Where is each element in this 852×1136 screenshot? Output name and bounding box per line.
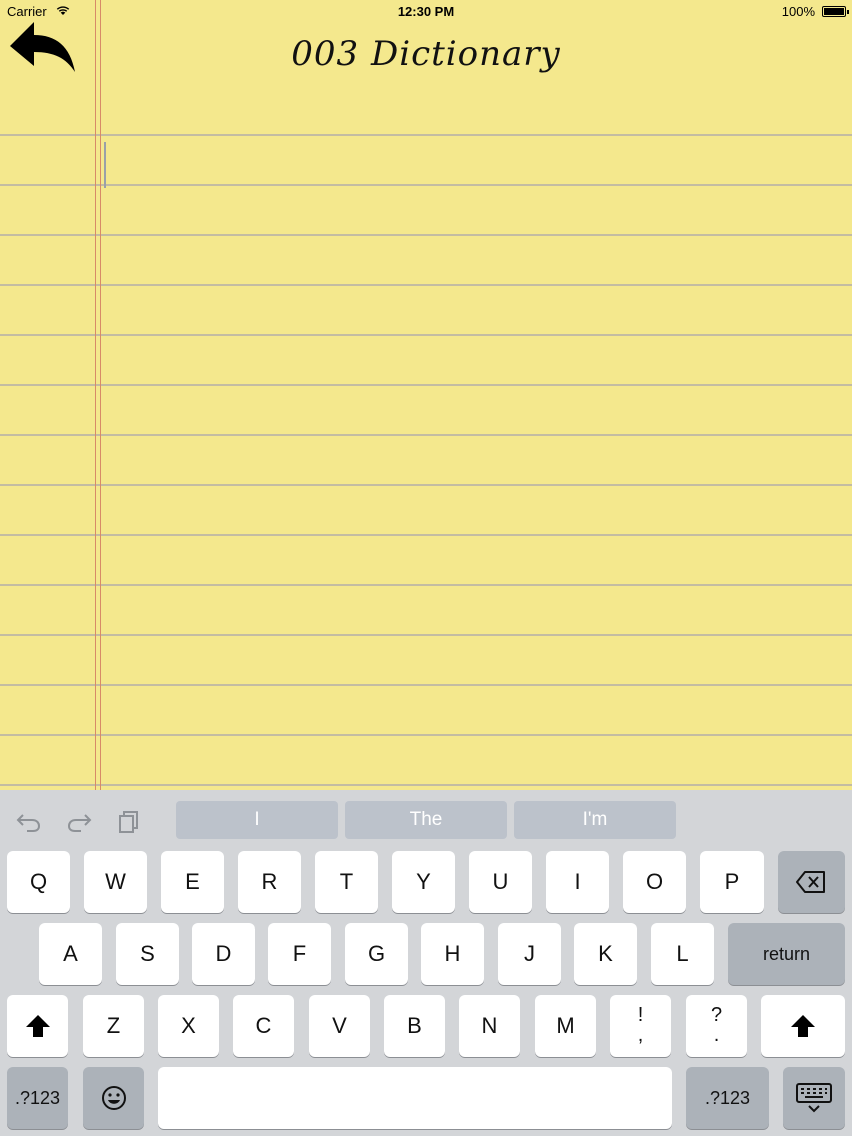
page-title: 003 Dictionary <box>291 34 561 74</box>
ruled-line <box>0 434 852 436</box>
hide-keyboard-icon <box>796 1083 832 1113</box>
ruled-line <box>0 134 852 136</box>
shift-arrow-icon <box>26 1015 50 1037</box>
ruled-line <box>0 784 852 786</box>
key-x[interactable]: X <box>158 995 219 1057</box>
key-u[interactable]: U <box>469 851 532 913</box>
ruled-line <box>0 334 852 336</box>
key-y[interactable]: Y <box>392 851 455 913</box>
key-s[interactable]: S <box>116 923 179 985</box>
ruled-line <box>0 484 852 486</box>
key-n[interactable]: N <box>459 995 520 1057</box>
key-top-symbol: ! <box>637 1004 644 1026</box>
key-top-symbol: ? <box>710 1004 723 1026</box>
battery-icon <box>822 6 849 17</box>
key-bottom-symbol: , <box>637 1024 644 1046</box>
emoji-key[interactable] <box>83 1067 144 1129</box>
margin-line-left <box>95 0 96 790</box>
numbers-key-right[interactable]: .?123 <box>686 1067 769 1129</box>
key-q[interactable]: Q <box>7 851 70 913</box>
shift-arrow-icon <box>791 1015 815 1037</box>
key-v[interactable]: V <box>309 995 370 1057</box>
space-bar[interactable] <box>158 1067 672 1129</box>
suggestion-1[interactable]: I <box>176 801 338 839</box>
backspace-icon <box>796 871 825 893</box>
numbers-key-left[interactable]: .?123 <box>7 1067 68 1129</box>
key-c[interactable]: C <box>233 995 294 1057</box>
key-exclamation-comma[interactable]: ! , <box>610 995 671 1057</box>
on-screen-keyboard: I The I'm Q W E R T Y U I O P A S D F G … <box>0 790 852 1136</box>
delete-key[interactable] <box>778 851 845 913</box>
margin-line-right <box>100 0 101 790</box>
redo-icon[interactable] <box>64 808 94 834</box>
key-f[interactable]: F <box>268 923 331 985</box>
paste-icon[interactable] <box>114 808 144 834</box>
key-l[interactable]: L <box>651 923 714 985</box>
key-m[interactable]: M <box>535 995 596 1057</box>
text-cursor <box>104 142 106 188</box>
shift-key-left[interactable] <box>7 995 68 1057</box>
shortcut-bar: I The I'm <box>0 790 852 846</box>
key-o[interactable]: O <box>623 851 686 913</box>
key-w[interactable]: W <box>84 851 147 913</box>
ruled-line <box>0 184 852 186</box>
undo-icon[interactable] <box>14 808 44 834</box>
ruled-line <box>0 284 852 286</box>
ruled-line <box>0 584 852 586</box>
ruled-line <box>0 534 852 536</box>
ruled-line <box>0 234 852 236</box>
key-p[interactable]: P <box>700 851 764 913</box>
key-r[interactable]: R <box>238 851 301 913</box>
key-z[interactable]: Z <box>83 995 144 1057</box>
suggestion-2[interactable]: The <box>345 801 507 839</box>
clock: 12:30 PM <box>397 4 455 19</box>
key-j[interactable]: J <box>498 923 561 985</box>
key-t[interactable]: T <box>315 851 378 913</box>
key-b[interactable]: B <box>384 995 445 1057</box>
key-i[interactable]: I <box>546 851 609 913</box>
suggestion-3[interactable]: I'm <box>514 801 676 839</box>
ruled-line <box>0 384 852 386</box>
notepad-paper[interactable]: 003 Dictionary <box>0 0 852 790</box>
ruled-line <box>0 734 852 736</box>
key-d[interactable]: D <box>192 923 255 985</box>
ruled-line <box>0 634 852 636</box>
key-g[interactable]: G <box>345 923 408 985</box>
battery-percent: 100% <box>781 4 815 19</box>
key-e[interactable]: E <box>161 851 224 913</box>
status-bar: Carrier 12:30 PM 100% <box>0 0 852 24</box>
emoji-icon <box>102 1086 126 1110</box>
dismiss-keyboard-key[interactable] <box>783 1067 845 1129</box>
key-k[interactable]: K <box>574 923 637 985</box>
key-bottom-symbol: . <box>713 1024 720 1046</box>
ruled-lines <box>0 0 852 790</box>
key-a[interactable]: A <box>39 923 102 985</box>
key-question-period[interactable]: ? . <box>686 995 747 1057</box>
key-h[interactable]: H <box>421 923 484 985</box>
shift-key-right[interactable] <box>761 995 845 1057</box>
return-key[interactable]: return <box>728 923 845 985</box>
ruled-line <box>0 684 852 686</box>
